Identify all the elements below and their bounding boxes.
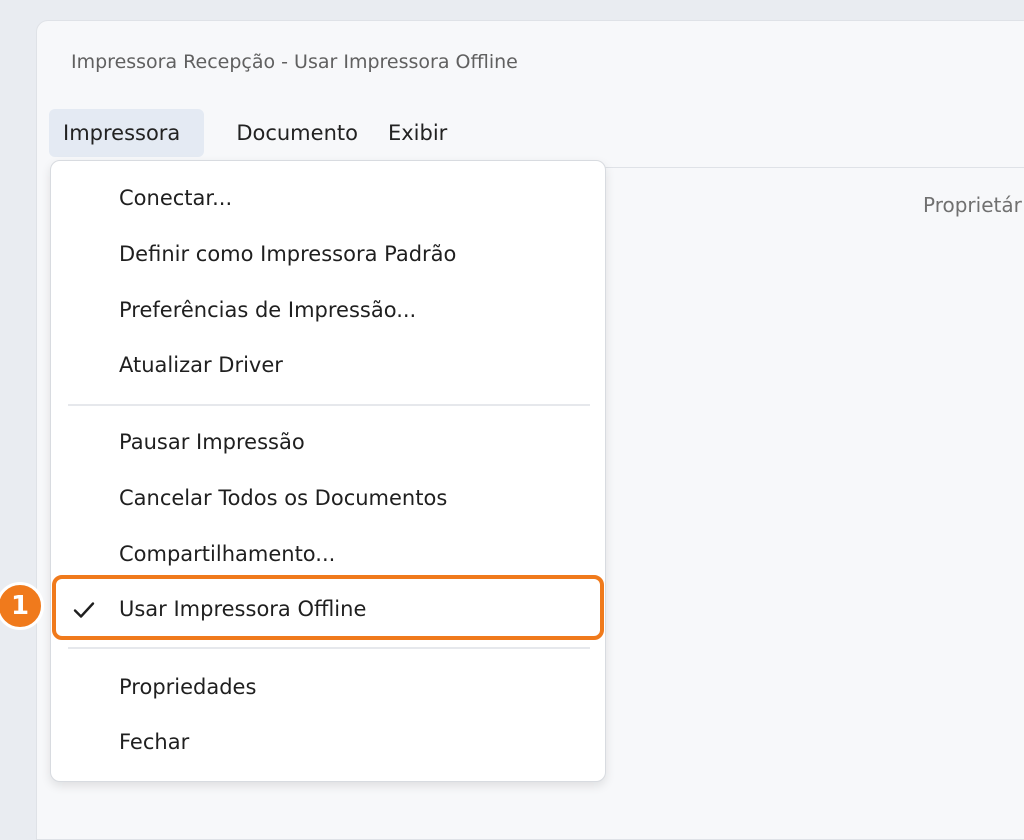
menu-item-update-driver[interactable]: Atualizar Driver <box>119 353 283 377</box>
menu-printer[interactable]: Impressora <box>49 109 205 157</box>
menu-item-sharing[interactable]: Compartilhamento... <box>119 542 335 566</box>
printer-menu-dropdown: Conectar... Definir como Impressora Padr… <box>50 160 606 782</box>
menu-item-set-default[interactable]: Definir como Impressora Padrão <box>119 242 456 266</box>
column-header-owner[interactable]: Proprietár <box>923 193 1022 217</box>
menu-separator <box>68 647 590 649</box>
menu-item-cancel-all-documents[interactable]: Cancelar Todos os Documentos <box>119 486 447 510</box>
menu-item-print-preferences[interactable]: Preferências de Impressão... <box>119 298 416 322</box>
step-highlight-box <box>52 575 604 640</box>
menu-item-connect[interactable]: Conectar... <box>119 186 232 210</box>
menu-view[interactable]: Exibir <box>374 109 461 157</box>
menu-bar: Impressora Documento Exibir <box>49 109 461 157</box>
window-title: Impressora Recepção - Usar Impressora Of… <box>71 51 518 73</box>
menu-separator <box>68 404 590 406</box>
menu-item-properties[interactable]: Propriedades <box>119 675 256 699</box>
menu-item-pause-printing[interactable]: Pausar Impressão <box>119 430 305 454</box>
menu-item-close[interactable]: Fechar <box>119 730 189 754</box>
menu-document[interactable]: Documento <box>222 109 372 157</box>
header-divider <box>597 167 1024 168</box>
